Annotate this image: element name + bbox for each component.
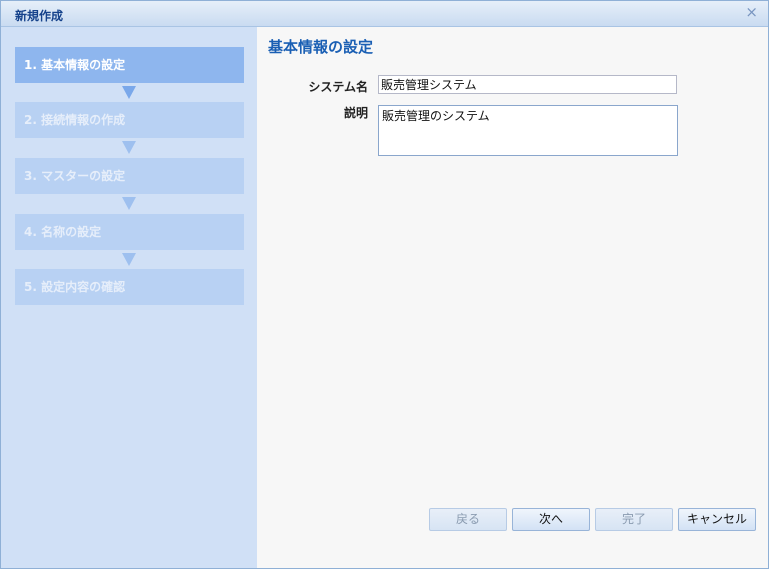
wizard-step-name-settings[interactable]: 4. 名称の設定 (15, 214, 244, 250)
step-arrow-down-icon (122, 197, 136, 210)
wizard-step-basic-info[interactable]: 1. 基本情報の設定 (15, 47, 244, 83)
description-textarea[interactable]: 販売管理のシステム (378, 105, 678, 156)
wizard-step-connection-info[interactable]: 2. 接続情報の作成 (15, 102, 244, 138)
wizard-step-master-settings[interactable]: 3. マスターの設定 (15, 158, 244, 194)
next-button[interactable]: 次へ (512, 508, 590, 531)
dialog-title: 新規作成 (15, 9, 64, 23)
dialog-titlebar[interactable]: 新規作成 × (1, 1, 768, 27)
wizard-step-confirm[interactable]: 5. 設定内容の確認 (15, 269, 244, 305)
close-icon[interactable]: × (745, 3, 758, 21)
system-name-input[interactable] (378, 75, 677, 94)
step-arrow-down-icon (122, 86, 136, 99)
back-button[interactable]: 戻る (429, 508, 507, 531)
description-label: 説明 (343, 106, 368, 120)
step-arrow-down-icon (122, 141, 136, 154)
step-arrow-down-icon (122, 253, 136, 266)
wizard-step-sidebar: 1. 基本情報の設定 2. 接続情報の作成 3. マスターの設定 4. 名称の設… (1, 27, 257, 568)
cancel-button[interactable]: キャンセル (678, 508, 756, 531)
page-title: 基本情報の設定 (268, 38, 374, 56)
main-panel: 基本情報の設定 システム名 説明 販売管理のシステム 戻る 次へ 完了 キャンセ… (257, 27, 768, 568)
system-name-label: システム名 (308, 80, 368, 94)
finish-button[interactable]: 完了 (595, 508, 673, 531)
new-dialog: 新規作成 × 1. 基本情報の設定 2. 接続情報の作成 3. マスターの設定 … (0, 0, 769, 569)
